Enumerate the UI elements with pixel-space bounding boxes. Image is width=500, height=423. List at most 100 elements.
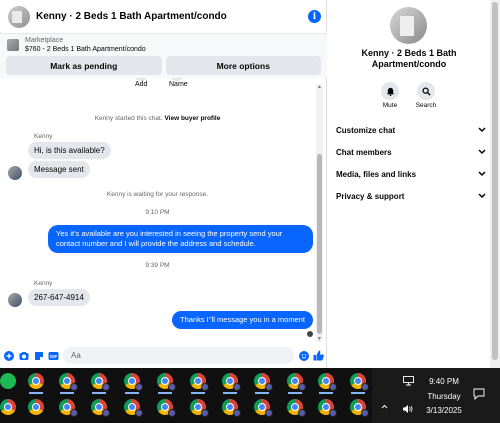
name-label[interactable]: Name — [169, 81, 188, 88]
listing-actions: Mark as pending More options — [0, 56, 327, 78]
sender-name: Kenny — [34, 280, 53, 287]
chrome-icon[interactable] — [222, 373, 241, 391]
chrome-icon[interactable] — [190, 373, 209, 391]
chrome-icon[interactable] — [157, 399, 176, 417]
chrome-icon[interactable] — [254, 373, 273, 391]
running-indicator — [191, 392, 205, 394]
chrome-icon[interactable] — [287, 373, 306, 391]
more-options-button[interactable]: More options — [165, 56, 321, 75]
chrome-icon[interactable] — [28, 373, 44, 389]
chrome-icon[interactable] — [91, 373, 110, 391]
notification-icon[interactable] — [473, 388, 485, 402]
plus-circle-icon[interactable] — [3, 350, 14, 361]
chrome-icon[interactable] — [91, 399, 110, 417]
chrome-icon[interactable] — [124, 373, 143, 391]
search-button[interactable] — [417, 82, 435, 100]
chevron-up-icon[interactable] — [381, 401, 388, 411]
customize-chat-row[interactable]: Customize chat — [336, 120, 486, 140]
profile-badge-icon — [298, 383, 306, 391]
add-label[interactable]: Add — [135, 81, 147, 88]
running-indicator — [223, 392, 237, 394]
scroll-down-icon[interactable]: ▼ — [316, 336, 323, 342]
incoming-message[interactable]: 267-647-4914 — [28, 289, 90, 306]
chrome-icon[interactable] — [157, 373, 176, 391]
chrome-icon[interactable] — [0, 399, 16, 415]
mute-button[interactable] — [381, 82, 399, 100]
chrome-icon[interactable] — [254, 399, 273, 417]
running-indicator — [29, 392, 43, 394]
search-icon — [421, 86, 431, 96]
bell-icon — [386, 87, 394, 96]
chrome-icon[interactable] — [318, 399, 337, 417]
chat-started-text: Kenny started this chat. — [94, 115, 163, 122]
chrome-icon[interactable] — [59, 399, 78, 417]
scroll-up-icon[interactable]: ▲ — [316, 84, 323, 90]
chrome-icon[interactable] — [124, 399, 143, 417]
profile-badge-icon — [298, 409, 306, 417]
incoming-message[interactable]: Message sent — [28, 161, 90, 178]
profile-badge-icon — [329, 383, 337, 391]
app-icon[interactable] — [0, 373, 16, 389]
incoming-message[interactable]: Hi, is this available? — [28, 142, 111, 159]
clock-day[interactable]: Thursday — [416, 392, 472, 401]
gif-icon[interactable]: GIF — [48, 350, 59, 361]
chrome-icon[interactable] — [318, 373, 337, 391]
running-indicator — [60, 392, 74, 394]
chat-info-panel: Kenny · 2 Beds 1 Bath Apartment/condo Mu… — [328, 0, 490, 368]
profile-badge-icon — [233, 409, 241, 417]
mute-label: Mute — [382, 102, 398, 109]
profile-name: Kenny · 2 Beds 1 Bath Apartment/condo — [361, 48, 457, 69]
media-files-links-row[interactable]: Media, files and links — [336, 164, 486, 184]
chrome-icon[interactable] — [59, 373, 78, 391]
running-indicator — [288, 392, 302, 394]
profile-avatar[interactable] — [390, 7, 427, 44]
profile-badge-icon — [70, 409, 78, 417]
message-list: Add Name Kenny started this chat. View b… — [0, 78, 315, 342]
listing-text: Marketplace $760 - 2 Beds 1 Bath Apartme… — [25, 36, 146, 54]
sender-avatar[interactable] — [8, 293, 22, 307]
view-buyer-profile-link[interactable]: View buyer profile — [164, 115, 220, 122]
message-input[interactable] — [63, 347, 294, 364]
chrome-icon[interactable] — [190, 399, 209, 417]
camera-icon[interactable] — [18, 350, 29, 361]
window-scrollbar-thumb[interactable] — [492, 2, 498, 360]
outgoing-message[interactable]: Yes it's available are you interested in… — [48, 225, 313, 253]
chrome-icon[interactable] — [350, 399, 369, 417]
chat-scrollbar[interactable]: ▲ ▼ — [316, 84, 323, 342]
profile-badge-icon — [168, 409, 176, 417]
sticker-icon[interactable] — [33, 350, 44, 361]
profile-badge-icon — [102, 383, 110, 391]
outgoing-message[interactable]: Thanks I''ll message you in a moment — [171, 311, 313, 329]
sender-name: Kenny — [34, 133, 53, 140]
listing-banner[interactable]: Marketplace $760 - 2 Beds 1 Bath Apartme… — [0, 34, 327, 56]
chat-members-row[interactable]: Chat members — [336, 142, 486, 162]
clock-date[interactable]: 3/13/2025 — [416, 406, 472, 415]
volume-icon[interactable] — [402, 404, 413, 416]
listing-source: Marketplace — [25, 37, 64, 44]
sender-avatar[interactable] — [8, 166, 22, 180]
privacy-support-row[interactable]: Privacy & support — [336, 186, 486, 206]
profile-badge-icon — [201, 383, 209, 391]
listing-avatar[interactable] — [8, 5, 30, 28]
info-icon[interactable]: i — [308, 10, 321, 23]
clock-time[interactable]: 9:40 PM — [426, 377, 462, 386]
running-indicator — [125, 392, 139, 394]
running-indicator — [92, 392, 106, 394]
chrome-icon[interactable] — [28, 399, 44, 415]
mark-as-pending-button[interactable]: Mark as pending — [6, 56, 162, 75]
chrome-icon[interactable] — [287, 399, 306, 417]
emoji-icon[interactable] — [298, 350, 309, 361]
thumbs-up-icon[interactable] — [313, 350, 324, 361]
running-indicator — [255, 392, 269, 394]
chrome-icon[interactable] — [222, 399, 241, 417]
timestamp: 9:39 PM — [145, 262, 170, 269]
row-label: Media, files and links — [336, 169, 417, 179]
chrome-icon[interactable] — [350, 373, 369, 391]
network-icon[interactable] — [403, 376, 414, 388]
chat-title[interactable]: Kenny · 2 Beds 1 Bath Apartment/condo — [36, 11, 308, 22]
window-scrollbar[interactable] — [490, 0, 500, 368]
chat-scrollbar-thumb[interactable] — [317, 154, 322, 334]
chat-started-notice: Kenny started this chat. View buyer prof… — [0, 115, 315, 122]
composer: GIF — [0, 343, 327, 368]
chevron-down-icon — [478, 193, 486, 199]
